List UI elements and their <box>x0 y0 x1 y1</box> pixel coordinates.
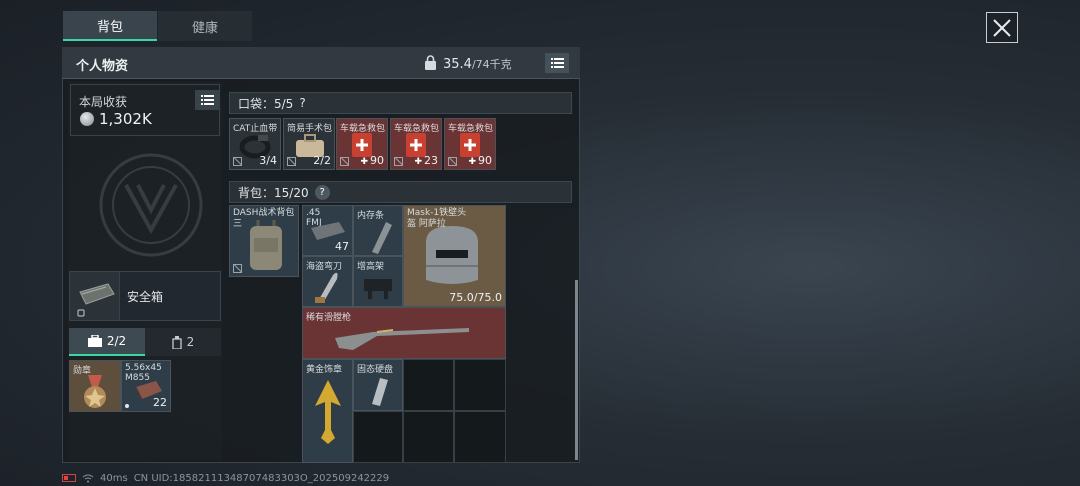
pocket-item-medkit-1[interactable]: 车载急救包 90 <box>336 118 388 170</box>
wifi-icon <box>82 474 94 482</box>
weight-max: /74千克 <box>471 58 512 71</box>
item-name: 黄金饰章 <box>306 365 343 375</box>
backpack-item-gold-emblem[interactable]: 黄金饰章 <box>302 359 353 463</box>
backpack-item-dash[interactable]: DASH战术背包 三 <box>229 205 299 277</box>
no-trade-icon <box>233 264 242 273</box>
uid-text: CN UID:18582111348707483303O_20250924222… <box>133 472 390 484</box>
tab-health[interactable]: 健康 <box>158 11 252 41</box>
backpack-icon <box>250 220 282 270</box>
backpack-item-ammo45[interactable]: .45 FMJ 47 <box>302 205 353 256</box>
tab-equipment-count: 2/2 <box>106 334 127 348</box>
panel-menu-button[interactable] <box>545 53 569 73</box>
inventory-scrollbar[interactable] <box>575 280 578 460</box>
backpack-item-riser[interactable]: 增高架 <box>353 256 403 307</box>
backpack-item-ssd[interactable]: 固态硬盘 <box>353 359 403 411</box>
item-count: 90 <box>360 154 384 167</box>
pocket-item-surgery-kit[interactable]: 简易手术包 2/2 <box>283 118 335 170</box>
backpack-item-musket[interactable]: 稀有滑膛枪 <box>302 307 506 359</box>
empty-slot[interactable] <box>454 411 506 463</box>
bottle-icon <box>172 335 182 349</box>
list-icon <box>200 95 214 105</box>
musket-icon <box>335 328 469 350</box>
item-name: 增高架 <box>357 262 385 272</box>
side-item-medal[interactable]: 勋章 <box>69 360 121 412</box>
empty-slot[interactable] <box>353 411 403 463</box>
safe-box-label: 安全箱 <box>127 290 164 304</box>
cutlass-icon <box>315 272 338 303</box>
item-count: 47 <box>335 240 349 253</box>
tab-backpack[interactable]: 背包 <box>63 11 157 41</box>
weight-current: 35.4 <box>443 57 472 72</box>
harvest-value: 1,302K <box>99 110 152 128</box>
status-bar: 40ms CN UID:18582111348707483303O_202509… <box>62 471 389 485</box>
backpack-item-helmet[interactable]: Mask-1铁壁头盔 阿萨拉 75.0/75.0 <box>403 205 506 307</box>
item-count: 23 <box>414 154 438 167</box>
no-trade-icon <box>448 157 457 166</box>
harvest-label: 本局收获 <box>79 95 128 109</box>
tab-equipment-slots[interactable]: 2/2 <box>69 328 145 356</box>
no-trade-icon <box>394 157 403 166</box>
pocket-help[interactable]: ? <box>299 96 305 110</box>
tab-consumables[interactable]: 2 <box>145 328 221 356</box>
empty-slot[interactable] <box>403 411 454 463</box>
riser-mount-icon <box>364 279 392 299</box>
pocket-item-medkit-3[interactable]: 车载急救包 90 <box>444 118 496 170</box>
empty-slot[interactable] <box>454 359 506 411</box>
item-durability: 75.0/75.0 <box>449 291 502 304</box>
ammo-icon <box>311 222 345 240</box>
gold-emblem-icon <box>315 380 341 444</box>
weight-icon <box>425 55 436 70</box>
tab-consumables-count: 2 <box>186 335 195 349</box>
backpack-item-ram[interactable]: 内存条 <box>353 205 403 256</box>
pocket-item-medkit-2[interactable]: 车载急救包 23 <box>390 118 442 170</box>
panel-title: 个人物资 <box>76 59 129 74</box>
pocket-label: 口袋：5/5 <box>238 96 294 111</box>
battery-icon <box>62 474 76 482</box>
close-icon <box>993 18 1011 37</box>
backpack-item-cutlass[interactable]: 海盗弯刀 <box>302 256 353 307</box>
pocket-item-tourniquet[interactable]: CAT止血带 3/4 <box>229 118 281 170</box>
coin-icon <box>80 112 94 126</box>
weight-readout: 35.4/74千克 <box>443 56 512 72</box>
item-name: 固态硬盘 <box>357 365 394 375</box>
no-trade-icon <box>233 157 242 166</box>
medal-icon <box>84 375 106 408</box>
no-trade-icon <box>287 157 296 166</box>
ssd-icon <box>372 378 388 406</box>
item-count: 22 <box>153 396 167 409</box>
item-count: 3/4 <box>259 154 277 167</box>
side-item-ammo[interactable]: 5.56x45 M855 22 <box>121 360 171 412</box>
tab-health-label: 健康 <box>191 20 218 36</box>
safe-box-item[interactable] <box>70 272 120 320</box>
pocket-header: 口袋：5/5 ? <box>229 92 572 114</box>
harvest-menu-button[interactable] <box>195 90 219 110</box>
close-button[interactable] <box>986 12 1018 43</box>
safe-case-icon <box>77 283 115 317</box>
tab-backpack-label: 背包 <box>96 19 123 35</box>
backpack-help[interactable]: ? <box>314 184 330 200</box>
item-count: 90 <box>468 154 492 167</box>
briefcase-icon <box>87 335 102 347</box>
backpack-header: 背包：15/20 ? <box>229 181 572 203</box>
ping-value: 40ms <box>100 472 128 484</box>
backpack-label: 背包：15/20 <box>238 185 309 200</box>
empty-slot[interactable] <box>403 359 454 411</box>
helmet-icon <box>426 226 478 284</box>
no-trade-icon <box>340 157 349 166</box>
emblem-watermark-icon <box>99 153 203 257</box>
ammo-indicator <box>125 404 129 408</box>
ram-stick-icon <box>372 222 392 254</box>
item-count: 2/2 <box>313 154 331 167</box>
list-icon <box>550 58 564 68</box>
